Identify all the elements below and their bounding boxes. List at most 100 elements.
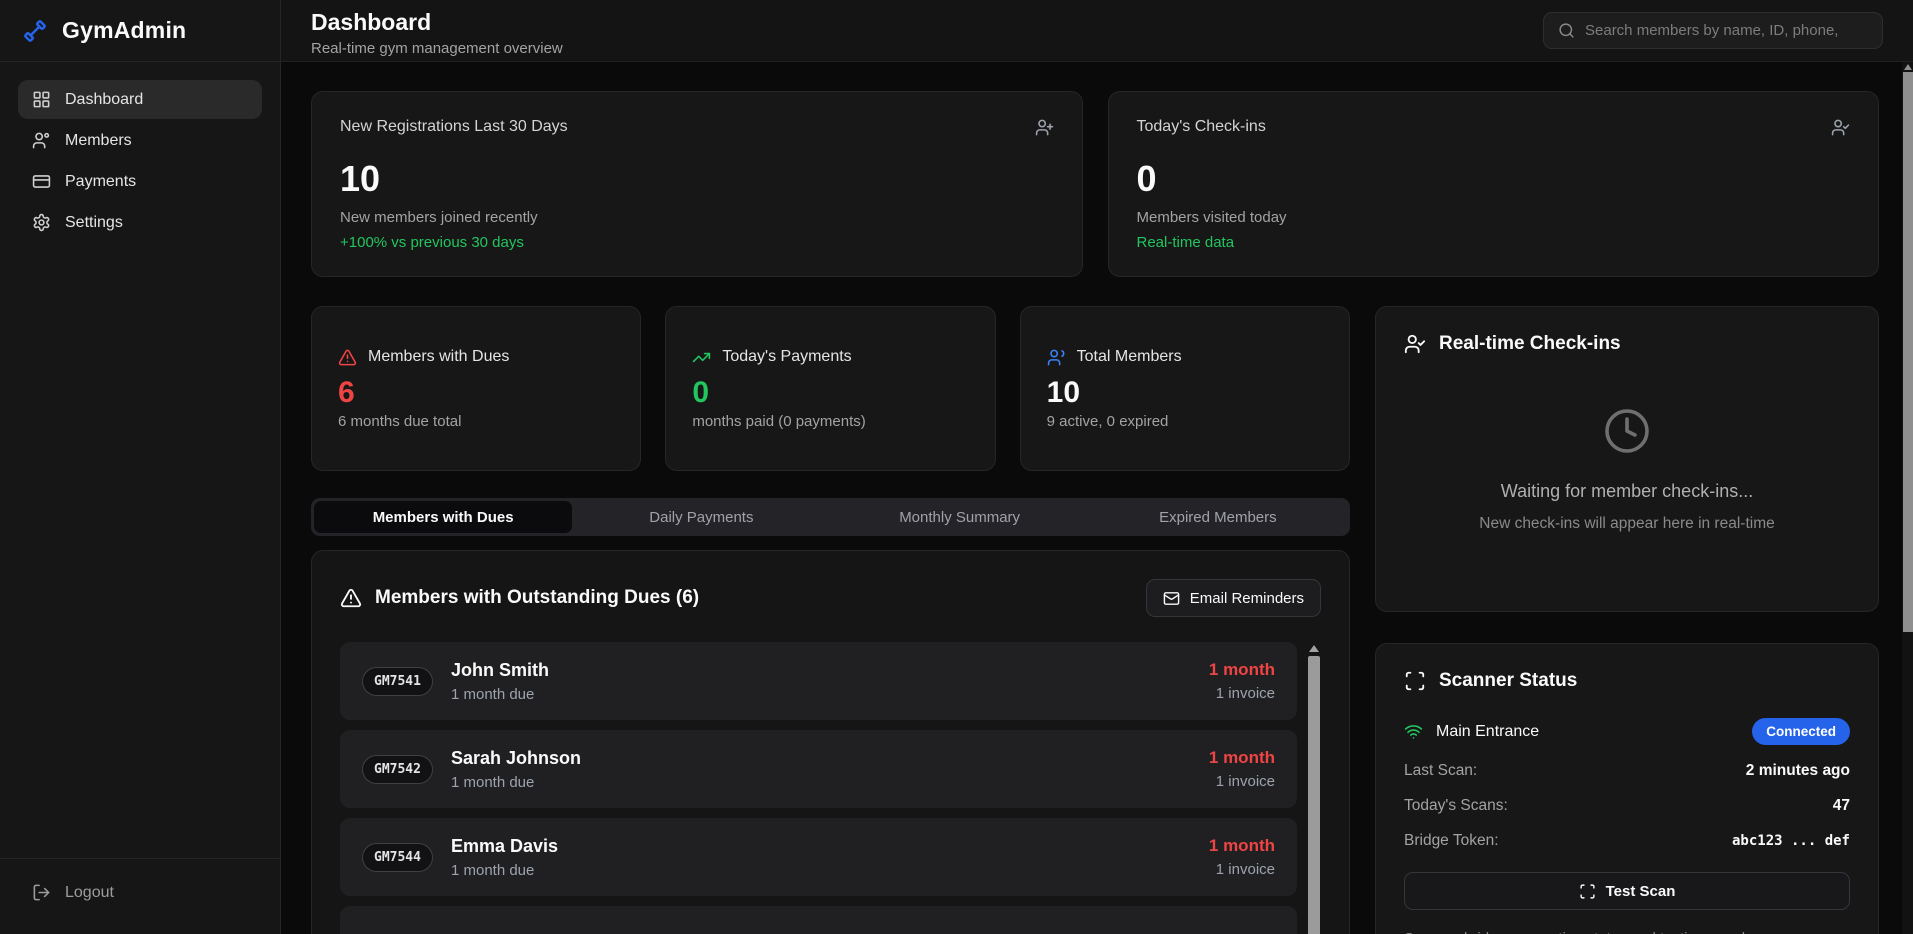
sidebar: GymAdmin Dashboard M xyxy=(0,0,281,934)
card-title: Today's Check-ins xyxy=(1137,118,1266,136)
app-window: GymAdmin Dashboard M xyxy=(0,0,1913,934)
member-due: 1 month due xyxy=(451,774,1191,791)
left-column: Members with Dues 6 6 months due total xyxy=(311,306,1350,934)
member-row[interactable]: GM7541 John Smith 1 month due 1 month 1 … xyxy=(340,642,1297,720)
content: New Registrations Last 30 Days 10 New me… xyxy=(281,62,1913,934)
page-title: Dashboard xyxy=(311,10,563,35)
card-title: New Registrations Last 30 Days xyxy=(340,118,568,136)
info-value: 2 minutes ago xyxy=(1746,762,1850,780)
wifi-icon xyxy=(1404,722,1423,741)
email-reminders-button[interactable]: Email Reminders xyxy=(1146,579,1321,617)
member-months-due: 1 month xyxy=(1209,836,1275,856)
main-grid: Members with Dues 6 6 months due total xyxy=(311,306,1879,934)
card-members-with-dues: Members with Dues 6 6 months due total xyxy=(311,306,641,471)
member-id-badge: GM7541 xyxy=(362,667,433,696)
stat-desc: Members visited today xyxy=(1137,209,1851,226)
tab-daily-payments[interactable]: Daily Payments xyxy=(572,501,830,533)
member-name: Sarah Johnson xyxy=(451,748,1191,769)
member-due: 1 month due xyxy=(451,686,1191,703)
alert-triangle-icon xyxy=(340,587,362,609)
info-value: 47 xyxy=(1833,797,1850,815)
scanner-panel-title: Scanner Status xyxy=(1439,670,1577,692)
member-invoices: 1 invoice xyxy=(1209,861,1275,878)
users-icon xyxy=(32,131,51,150)
scanner-footnote: Scanner bridge connection status and tes… xyxy=(1404,930,1850,934)
member-months-due: 1 month xyxy=(1209,748,1275,768)
member-due: 1 month due xyxy=(451,862,1191,879)
page-scrollbar[interactable] xyxy=(1902,62,1913,934)
member-list: GM7541 John Smith 1 month due 1 month 1 … xyxy=(340,642,1321,934)
member-list-scrollbar[interactable] xyxy=(1307,642,1321,934)
card-title: Total Members xyxy=(1077,348,1182,366)
sidebar-item-label: Members xyxy=(65,132,132,150)
scan-icon xyxy=(1404,670,1426,692)
scrollbar-up-arrow[interactable] xyxy=(1904,64,1912,70)
test-scan-label: Test Scan xyxy=(1606,883,1676,900)
sidebar-spacer xyxy=(0,260,280,858)
main-area: Dashboard Real-time gym management overv… xyxy=(281,0,1913,934)
member-id-badge: GM7544 xyxy=(362,843,433,872)
mail-icon xyxy=(1163,590,1180,607)
search-input[interactable] xyxy=(1585,22,1868,39)
member-row[interactable]: GM7544 Emma Davis 1 month due 1 month 1 … xyxy=(340,818,1297,896)
scan-icon xyxy=(1579,883,1596,900)
stat-trend: Real-time data xyxy=(1137,234,1851,251)
user-plus-icon xyxy=(1035,118,1054,137)
member-months-due: 1 month xyxy=(1209,660,1275,680)
sidebar-item-label: Payments xyxy=(65,173,136,191)
dues-panel: Members with Outstanding Dues (6) Email … xyxy=(311,550,1350,934)
page-heading: Dashboard Real-time gym management overv… xyxy=(311,10,563,57)
member-name: Emma Davis xyxy=(451,836,1191,857)
scrollbar-thumb[interactable] xyxy=(1903,72,1913,632)
stats-row-small: Members with Dues 6 6 months due total xyxy=(311,306,1350,471)
stat-trend: +100% vs previous 30 days xyxy=(340,234,1054,251)
card-todays-payments: Today's Payments 0 months paid (0 paymen… xyxy=(665,306,995,471)
user-check-icon xyxy=(1404,333,1426,355)
info-label: Bridge Token: xyxy=(1404,832,1499,850)
realtime-checkins-panel: Real-time Check-ins Waiting for member c… xyxy=(1375,306,1879,612)
sidebar-item-settings[interactable]: Settings xyxy=(18,203,262,242)
dashboard-grid-icon xyxy=(32,90,51,109)
scanner-status-panel: Scanner Status Main Entrance xyxy=(1375,643,1879,934)
member-row[interactable]: Alex Brown 1 month xyxy=(340,906,1297,934)
scrollbar-thumb[interactable] xyxy=(1308,656,1320,934)
sidebar-item-label: Settings xyxy=(65,214,123,232)
topbar: Dashboard Real-time gym management overv… xyxy=(281,0,1913,62)
tab-members-with-dues[interactable]: Members with Dues xyxy=(314,501,572,533)
card-new-registrations: New Registrations Last 30 Days 10 New me… xyxy=(311,91,1083,277)
card-todays-checkins: Today's Check-ins 0 Members visited toda… xyxy=(1108,91,1880,277)
stat-value: 10 xyxy=(340,161,1054,197)
search-box[interactable] xyxy=(1543,12,1883,49)
gear-icon xyxy=(32,213,51,232)
stat-desc: New members joined recently xyxy=(340,209,1054,226)
sidebar-item-members[interactable]: Members xyxy=(18,121,262,160)
sidebar-footer: Logout xyxy=(0,858,280,934)
dues-panel-title: Members with Outstanding Dues (6) xyxy=(375,587,699,609)
tab-monthly-summary[interactable]: Monthly Summary xyxy=(831,501,1089,533)
alert-triangle-icon xyxy=(338,348,357,367)
stats-row-top: New Registrations Last 30 Days 10 New me… xyxy=(311,91,1879,277)
hint-text: New check-ins will appear here in real-t… xyxy=(1479,515,1774,533)
brand: GymAdmin xyxy=(0,0,280,62)
member-invoices: 1 invoice xyxy=(1209,773,1275,790)
logout-label: Logout xyxy=(65,884,114,902)
stat-value: 10 xyxy=(1047,376,1323,409)
card-title: Today's Payments xyxy=(722,348,851,366)
member-id-badge: GM7542 xyxy=(362,755,433,784)
credit-card-icon xyxy=(32,172,51,191)
test-scan-button[interactable]: Test Scan xyxy=(1404,872,1850,910)
tab-bar: Members with Dues Daily Payments Monthly… xyxy=(311,498,1350,536)
sidebar-nav: Dashboard Members Payments xyxy=(0,62,280,260)
brand-title: GymAdmin xyxy=(62,17,186,44)
dumbbell-icon xyxy=(20,16,50,46)
logout-button[interactable]: Logout xyxy=(18,873,262,912)
sidebar-item-dashboard[interactable]: Dashboard xyxy=(18,80,262,119)
status-badge: Connected xyxy=(1752,718,1850,745)
checkins-panel-title: Real-time Check-ins xyxy=(1439,333,1621,355)
stat-value: 0 xyxy=(692,376,968,409)
sidebar-item-payments[interactable]: Payments xyxy=(18,162,262,201)
page-subtitle: Real-time gym management overview xyxy=(311,40,563,57)
scrollbar-up-arrow[interactable] xyxy=(1309,645,1319,652)
member-row[interactable]: GM7542 Sarah Johnson 1 month due 1 month… xyxy=(340,730,1297,808)
tab-expired-members[interactable]: Expired Members xyxy=(1089,501,1347,533)
